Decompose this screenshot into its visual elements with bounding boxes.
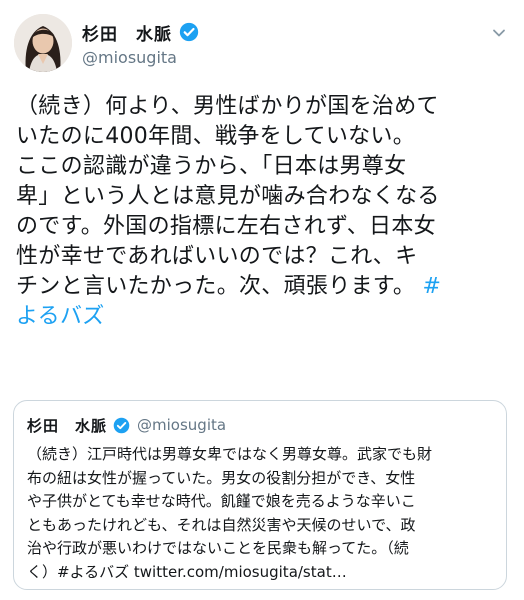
quoted-tweet-line: ともあったけれども、それは自然災害や天候のせいで、政 [27, 515, 416, 534]
quoted-tweet-line: や子供がとても幸せな時代。飢饉で娘を売るような辛いこ [27, 492, 416, 510]
tweet-line: いたのに400年間、戦争をしていない。 [16, 124, 416, 149]
tweet-header: 杉田 水脈 @miosugita [0, 0, 524, 90]
verified-badge-icon [179, 22, 199, 42]
author-handle[interactable]: @miosugita [82, 48, 177, 67]
quoted-tweet-line: く）#よるバズ twitter.com/miosugita/stat… [27, 562, 347, 581]
quoted-tweet-header: 杉田 水脈 @miosugita [27, 414, 226, 436]
tweet-body: （続き）何より、男性ばかりが国を治めて いたのに400年間、戦争をしていない。 … [16, 92, 516, 332]
tweet-line: 性が幸せであればいいのでは？これ、キ [16, 244, 418, 269]
tweet-line: （続き）何より、男性ばかりが国を治めて [16, 94, 439, 119]
hashtag-link-continued[interactable]: よるバズ [16, 304, 105, 329]
tweet-line: ここの認識が違うから、「日本は男尊女 [16, 154, 407, 179]
hashtag-link[interactable]: # [423, 274, 442, 299]
quoted-tweet-card[interactable]: 杉田 水脈 @miosugita （続き）江戸時代は男尊女卑ではなく男尊女尊。武… [13, 400, 507, 590]
quoted-tweet-body: （続き）江戸時代は男尊女卑ではなく男尊女尊。武家でも財 布の紐は女性が握っていた… [27, 443, 497, 584]
author-name-line[interactable]: 杉田 水脈 [82, 20, 199, 45]
chevron-down-icon[interactable] [492, 26, 506, 40]
avatar[interactable] [14, 14, 72, 72]
tweet-line: のです。外国の指標に左右されず、日本女 [16, 214, 436, 239]
verified-badge-icon [113, 417, 130, 433]
quoted-author-handle: @miosugita [137, 416, 227, 434]
tweet-line: チンと言いたかった。次、頑張ります。 [16, 274, 416, 299]
quoted-author-display-name: 杉田 水脈 [27, 416, 108, 435]
quoted-tweet-line: 布の紐は女性が握っていた。男女の役割分担ができ、女性 [27, 468, 416, 487]
quoted-tweet-line: 治や行政が悪いわけではないことを民衆も解ってた。（続 [27, 539, 409, 557]
quoted-tweet-line: （続き）江戸時代は男尊女卑ではなく男尊女尊。武家でも財 [27, 445, 433, 463]
author-display-name[interactable]: 杉田 水脈 [82, 20, 172, 45]
tweet-line: 卑」という人とは意見が噛み合わなくなる [16, 184, 440, 209]
profile-photo-icon [14, 14, 72, 72]
